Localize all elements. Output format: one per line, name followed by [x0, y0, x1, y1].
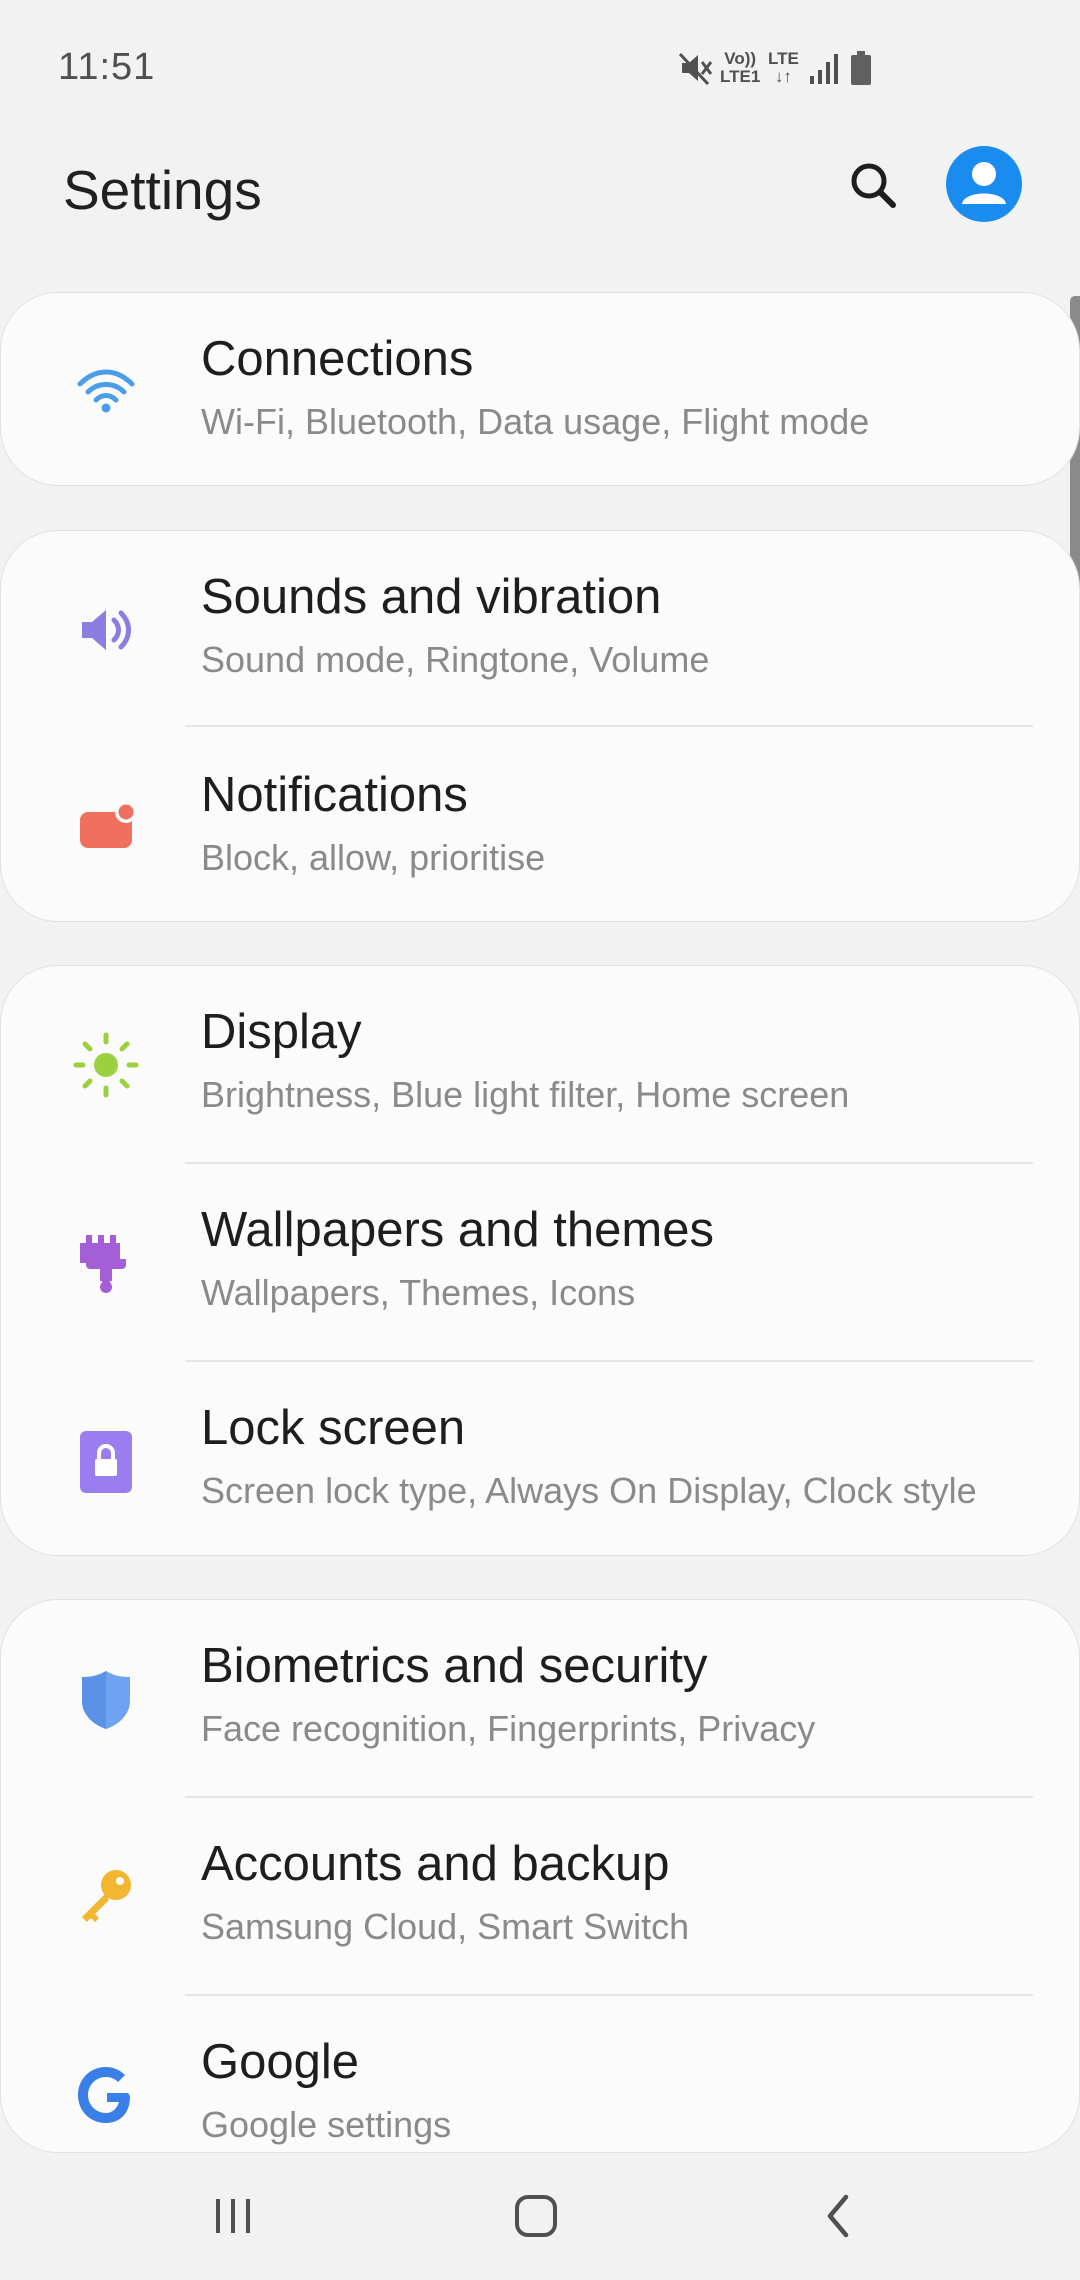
notification-icon [67, 789, 145, 867]
settings-item-wallpapers[interactable]: Wallpapers and themes Wallpapers, Themes… [1, 1160, 1080, 1358]
lte-indicator: LTE ↓↑ [768, 50, 799, 86]
paintbrush-icon [67, 1224, 145, 1302]
battery-icon [850, 50, 872, 91]
item-subtitle: Brightness, Blue light filter, Home scre… [201, 1074, 850, 1115]
google-icon [67, 2056, 145, 2134]
item-title: Biometrics and security [201, 1639, 708, 1693]
item-title: Display [201, 1005, 362, 1059]
signal-icon [808, 50, 840, 91]
volte-indicator: Vo)) LTE1 [720, 50, 760, 86]
lte-line2: ↓↑ [774, 67, 792, 86]
settings-group-sound: Sounds and vibration Sound mode, Rington… [0, 530, 1080, 922]
volte-line1: Vo)) [724, 49, 757, 68]
mute-icon [678, 50, 714, 91]
header: Settings [0, 140, 1080, 270]
item-subtitle: Sound mode, Ringtone, Volume [201, 639, 710, 680]
settings-item-accounts[interactable]: Accounts and backup Samsung Cloud, Smart… [1, 1794, 1079, 1992]
settings-item-biometrics[interactable]: Biometrics and security Face recognition… [1, 1600, 1079, 1794]
settings-group-display: Display Brightness, Blue light filter, H… [0, 965, 1080, 1556]
recent-apps-button[interactable] [188, 2178, 278, 2258]
sun-icon [67, 1026, 145, 1104]
back-button[interactable] [794, 2178, 884, 2258]
item-subtitle: Screen lock type, Always On Display, Clo… [201, 1470, 977, 1511]
item-subtitle: Block, allow, prioritise [201, 837, 546, 878]
search-icon [847, 159, 899, 216]
item-title: Lock screen [201, 1401, 466, 1455]
status-icons: Vo)) LTE1 LTE ↓↑ [678, 46, 878, 90]
status-time: 11:51 [58, 46, 156, 88]
home-button[interactable] [491, 2178, 581, 2258]
item-subtitle: Wallpapers, Themes, Icons [201, 1272, 636, 1313]
settings-item-connections[interactable]: Connections Wi-Fi, Bluetooth, Data usage… [1, 289, 1080, 487]
item-subtitle: Samsung Cloud, Smart Switch [201, 1906, 690, 1947]
settings-item-notifications[interactable]: Notifications Block, allow, prioritise [1, 725, 1080, 923]
settings-item-google[interactable]: Google Google settings [1, 1992, 1079, 2152]
item-title: Wallpapers and themes [201, 1203, 714, 1257]
settings-group-security: Biometrics and security Face recognition… [0, 1599, 1080, 2153]
settings-item-sounds[interactable]: Sounds and vibration Sound mode, Rington… [1, 527, 1080, 725]
search-button[interactable] [840, 154, 906, 220]
key-icon [67, 1858, 145, 1936]
volte-line2: LTE1 [720, 67, 761, 86]
shield-icon [67, 1660, 145, 1738]
item-title: Accounts and backup [201, 1837, 670, 1891]
settings-group-connectivity: Connections Wi-Fi, Bluetooth, Data usage… [0, 292, 1080, 486]
item-subtitle: Face recognition, Fingerprints, Privacy [201, 1708, 816, 1749]
item-title: Google [201, 2035, 360, 2089]
item-subtitle: Google settings [201, 2104, 452, 2145]
lte-line1: LTE [768, 49, 799, 68]
settings-item-display[interactable]: Display Brightness, Blue light filter, H… [1, 962, 1080, 1160]
item-title: Connections [201, 332, 474, 386]
item-title: Notifications [201, 768, 468, 822]
back-icon [814, 2191, 864, 2246]
profile-icon [946, 146, 1022, 222]
page-title: Settings [63, 159, 262, 221]
item-title: Sounds and vibration [201, 570, 662, 624]
recent-apps-icon [208, 2191, 258, 2246]
lock-icon [67, 1422, 145, 1500]
settings-item-lock-screen[interactable]: Lock screen Screen lock type, Always On … [1, 1358, 1080, 1556]
item-subtitle: Wi-Fi, Bluetooth, Data usage, Flight mod… [201, 401, 870, 442]
profile-button[interactable] [946, 146, 1022, 222]
status-bar: 11:51 Vo)) LTE1 LTE ↓↑ [0, 0, 1080, 140]
wifi-icon [67, 353, 145, 431]
speaker-icon [67, 591, 145, 669]
home-icon [511, 2191, 561, 2246]
navigation-bar [0, 2150, 1080, 2280]
